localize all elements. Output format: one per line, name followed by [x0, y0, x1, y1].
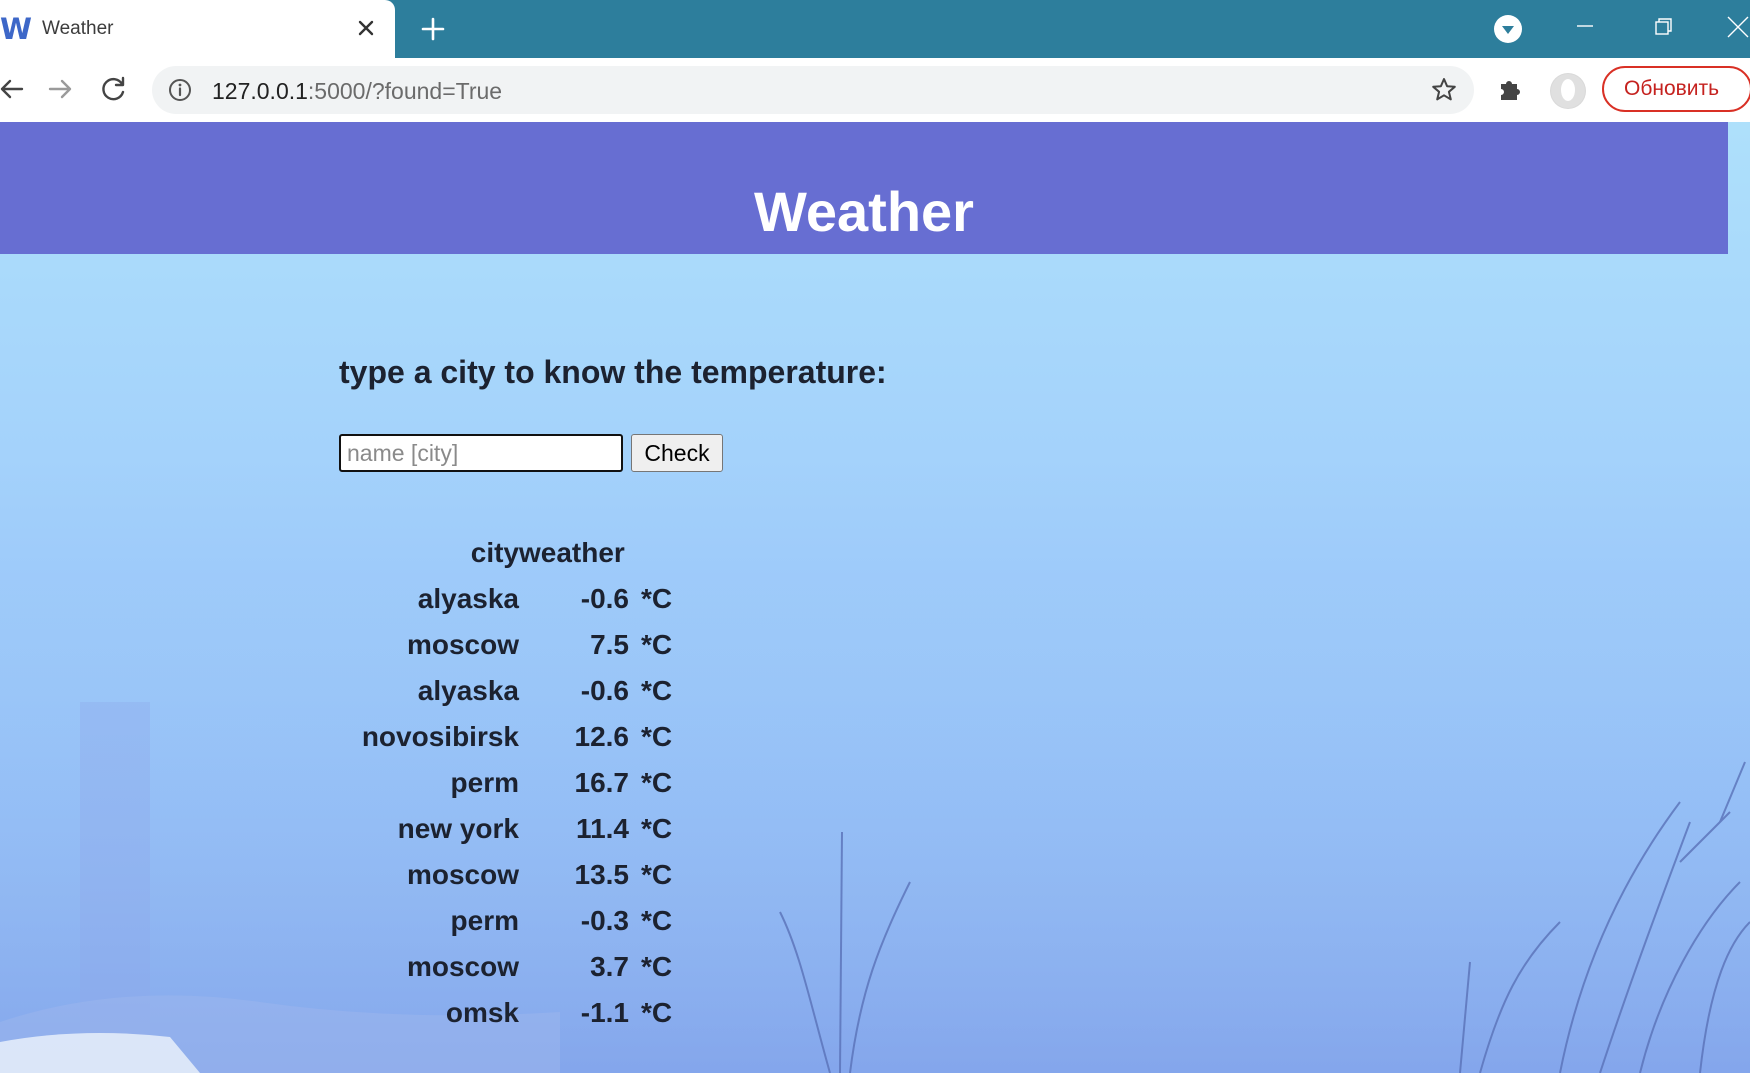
table-row: perm -0.3 *C	[355, 898, 689, 944]
city-cell: moscow	[406, 629, 519, 660]
url-host: 127.0.0.1	[212, 78, 308, 104]
new-tab-plus-icon[interactable]	[418, 14, 448, 44]
city-search-input[interactable]	[339, 434, 623, 472]
city-column-header: city	[470, 537, 519, 568]
temperature-value: -1.1	[580, 997, 629, 1028]
table-row: moscow 13.5 *C	[355, 852, 689, 898]
check-button[interactable]: Check	[631, 434, 723, 472]
weather-table: city weather alyaska -0.6 *C moscow 7.5 *C…	[355, 530, 689, 1036]
extensions-puzzle-icon[interactable]	[1496, 74, 1526, 104]
temperature-cell: -1.1 *C	[519, 990, 689, 1036]
temperature-unit: *C	[641, 951, 673, 982]
city-prompt-heading: type a city to know the temperature:	[339, 354, 887, 390]
city-cell: new york	[397, 813, 519, 844]
profile-avatar-icon[interactable]	[1550, 73, 1586, 109]
site-info-icon[interactable]	[168, 78, 192, 102]
temperature-unit: *C	[641, 997, 673, 1028]
city-cell: perm	[450, 905, 519, 936]
tab-search-chevron-icon[interactable]	[1494, 15, 1522, 43]
temperature-cell: 16.7 *C	[519, 760, 689, 806]
temperature-unit: *C	[641, 813, 673, 844]
weather-column-header: weather	[519, 537, 625, 568]
table-row: new york 11.4 *C	[355, 806, 689, 852]
temperature-value: -0.3	[580, 905, 629, 936]
city-cell: alyaska	[417, 583, 519, 614]
city-cell: moscow	[406, 951, 519, 982]
table-row: moscow 7.5 *C	[355, 622, 689, 668]
temperature-cell: -0.6 *C	[519, 668, 689, 714]
browser-tab-strip: W Weather	[0, 0, 1750, 58]
city-cell: omsk	[445, 997, 519, 1028]
forward-arrow-icon[interactable]	[44, 73, 76, 105]
temperature-cell: 11.4 *C	[519, 806, 689, 852]
browser-tab-weather[interactable]: W Weather	[0, 0, 395, 58]
temperature-unit: *C	[641, 583, 673, 614]
window-minimize-icon[interactable]	[1568, 12, 1602, 42]
page-viewport: Weather type a city to know the temperat…	[0, 122, 1750, 1073]
reload-icon[interactable]	[98, 73, 130, 105]
temperature-cell: 3.7 *C	[519, 944, 689, 990]
tab-close-icon[interactable]	[353, 15, 379, 41]
temperature-value: 7.5	[590, 629, 629, 660]
browser-toolbar: 127.0.0.1:5000/?found=True Обновить	[0, 58, 1750, 123]
temperature-cell: -0.6 *C	[519, 576, 689, 622]
page-title: Weather	[754, 180, 974, 243]
update-browser-button[interactable]: Обновить	[1602, 66, 1750, 112]
temperature-cell: 12.6 *C	[519, 714, 689, 760]
window-close-icon[interactable]	[1722, 12, 1750, 42]
table-row: novosibirsk 12.6 *C	[355, 714, 689, 760]
temperature-cell: -0.3 *C	[519, 898, 689, 944]
temperature-unit: *C	[641, 629, 673, 660]
temperature-cell: 7.5 *C	[519, 622, 689, 668]
address-bar[interactable]: 127.0.0.1:5000/?found=True	[152, 66, 1474, 114]
temperature-value: 16.7	[574, 767, 630, 798]
tab-title: Weather	[42, 18, 114, 39]
table-row: perm 16.7 *C	[355, 760, 689, 806]
address-url[interactable]: 127.0.0.1:5000/?found=True	[212, 78, 502, 105]
foggy-winter-background	[0, 572, 1750, 1073]
city-cell: perm	[450, 767, 519, 798]
temperature-value: -0.6	[580, 675, 629, 706]
temperature-value: 13.5	[574, 859, 630, 890]
table-header-row: city weather	[355, 530, 689, 576]
temperature-unit: *C	[641, 859, 673, 890]
temperature-value: -0.6	[580, 583, 629, 614]
table-row: alyaska -0.6 *C	[355, 668, 689, 714]
city-cell: alyaska	[417, 675, 519, 706]
table-row: omsk -1.1 *C	[355, 990, 689, 1036]
temperature-unit: *C	[641, 675, 673, 706]
temperature-unit: *C	[641, 767, 673, 798]
temperature-value: 11.4	[576, 813, 629, 844]
window-restore-icon[interactable]	[1646, 12, 1680, 42]
tab-favicon: W	[0, 12, 32, 46]
temperature-cell: 13.5 *C	[519, 852, 689, 898]
url-path: :5000/?found=True	[307, 78, 503, 104]
bookmark-star-icon[interactable]	[1430, 76, 1458, 104]
temperature-unit: *C	[641, 721, 673, 752]
city-cell: moscow	[406, 859, 519, 890]
temperature-unit: *C	[641, 905, 673, 936]
temperature-value: 12.6	[574, 721, 630, 752]
back-arrow-icon[interactable]	[0, 73, 28, 105]
table-row: alyaska -0.6 *C	[355, 576, 689, 622]
city-cell: novosibirsk	[361, 721, 519, 752]
temperature-value: 3.7	[590, 951, 629, 982]
table-row: moscow 3.7 *C	[355, 944, 689, 990]
page-header: Weather	[0, 122, 1728, 254]
